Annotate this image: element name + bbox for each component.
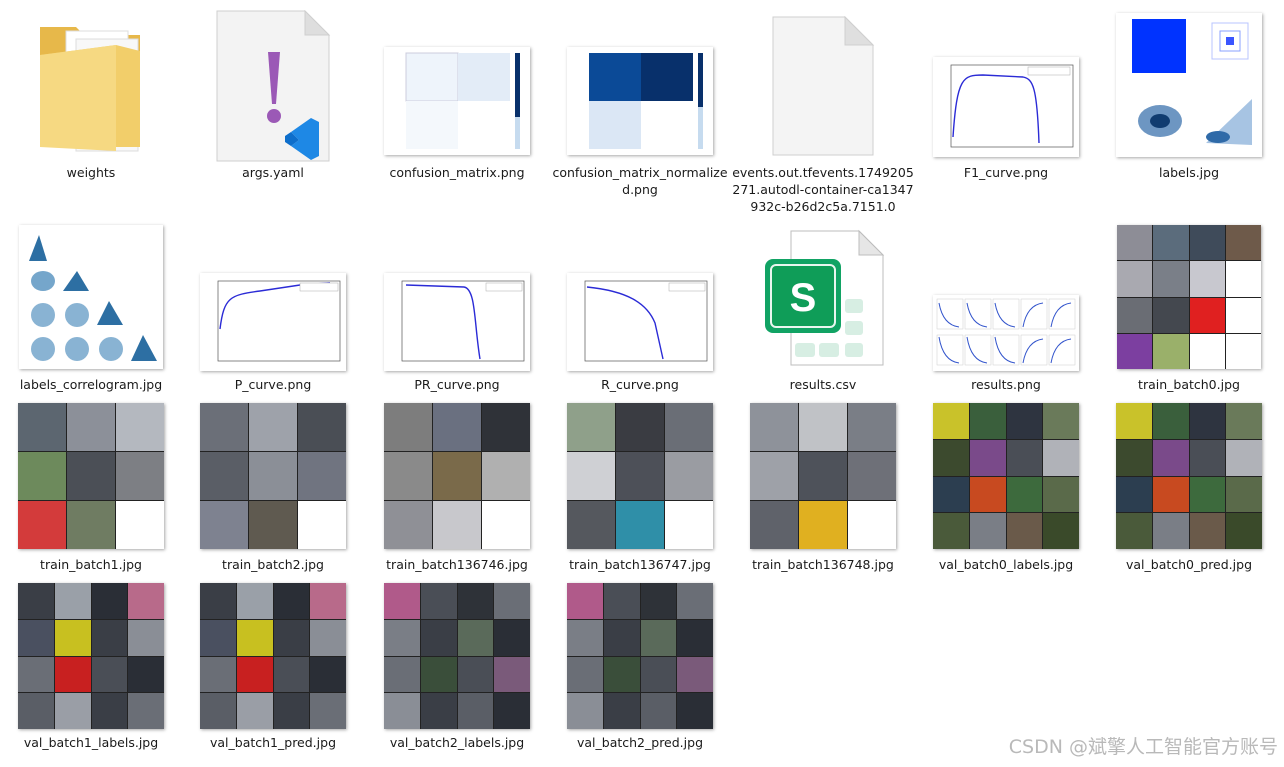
file-label: val_batch0_labels.jpg [938,557,1074,572]
image-thumbnail [555,46,725,156]
file-label: results.csv [789,377,857,392]
file-label: args.yaml [242,165,304,180]
file-label: P_curve.png [234,377,312,392]
image-thumbnail [921,294,1091,372]
file-label: weights [66,165,116,180]
image-thumbnail [921,402,1091,550]
file-label: confusion_matrix_normalized.png [552,165,728,197]
image-thumbnail [555,272,725,372]
file-label: val_batch0_pred.jpg [1125,557,1252,572]
file-label: labels_correlogram.jpg [19,377,163,392]
file-grid: weights args.yaml confusion_matrix.png c… [0,0,1284,767]
image-thumbnail [188,402,358,550]
image-thumbnail [372,402,542,550]
file-label: train_batch0.jpg [1138,377,1240,392]
image-thumbnail [1104,12,1274,158]
file-label: events.out.tfevents.1749205271.autodl-co… [732,165,914,214]
file-label: train_batch136746.jpg [386,557,528,572]
file-label: F1_curve.png [963,165,1049,180]
watermark-text: CSDN @斌擎人工智能官方账号 [1008,736,1278,758]
blank-file-icon [738,16,908,156]
file-label: train_batch1.jpg [40,557,142,572]
file-label: val_batch1_pred.jpg [209,735,336,750]
file-label: train_batch2.jpg [222,557,324,572]
file-label: PR_curve.png [414,377,500,392]
file-label: val_batch2_labels.jpg [389,735,525,750]
file-label: val_batch1_labels.jpg [23,735,159,750]
image-thumbnail [372,272,542,372]
file-label: val_batch2_pred.jpg [576,735,703,750]
image-thumbnail [738,402,908,550]
svg-text:S: S [790,276,817,320]
file-label: train_batch136748.jpg [752,557,894,572]
file-label: train_batch136747.jpg [569,557,711,572]
image-thumbnail [1104,224,1274,370]
file-label: results.png [971,377,1041,392]
image-thumbnail [555,402,725,550]
image-thumbnail [555,582,725,730]
image-thumbnail [6,402,176,550]
image-thumbnail [1104,402,1274,550]
spreadsheet-icon: S [738,228,908,370]
image-thumbnail [372,46,542,156]
image-thumbnail [6,224,176,370]
image-thumbnail [6,582,176,730]
file-label: labels.jpg [1158,165,1220,180]
vscode-file-icon [188,10,358,162]
file-label: R_curve.png [601,377,679,392]
image-thumbnail [921,56,1091,158]
image-thumbnail [372,582,542,730]
image-thumbnail [188,272,358,372]
folder-icon [6,10,176,160]
image-thumbnail [188,582,358,730]
file-label: confusion_matrix.png [389,165,525,180]
